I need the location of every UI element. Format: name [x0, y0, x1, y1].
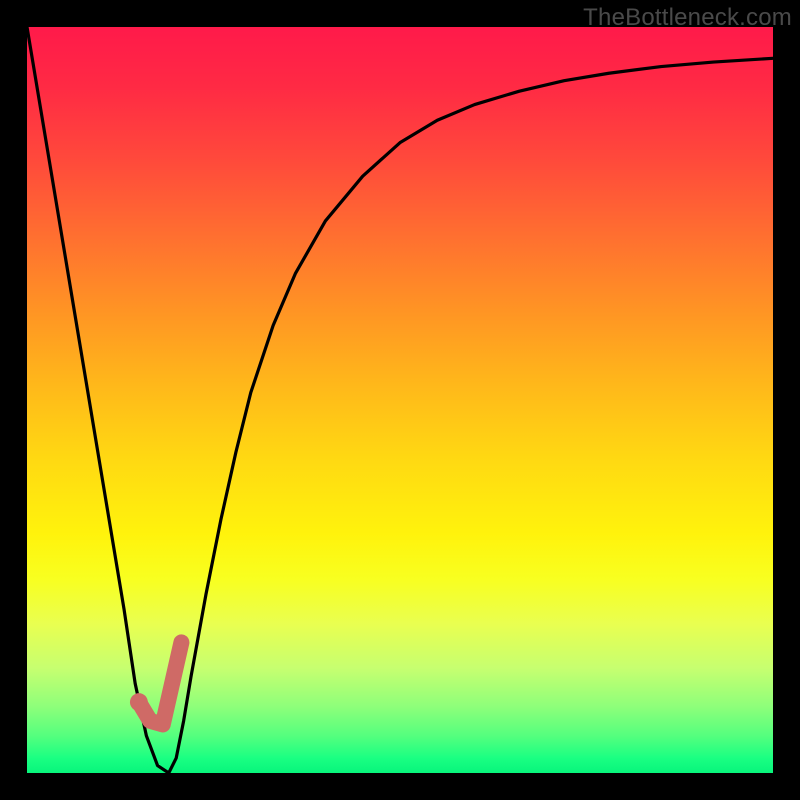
- chart-frame: TheBottleneck.com: [0, 0, 800, 800]
- plot-area: [27, 27, 773, 773]
- heat-gradient-background: [27, 27, 773, 773]
